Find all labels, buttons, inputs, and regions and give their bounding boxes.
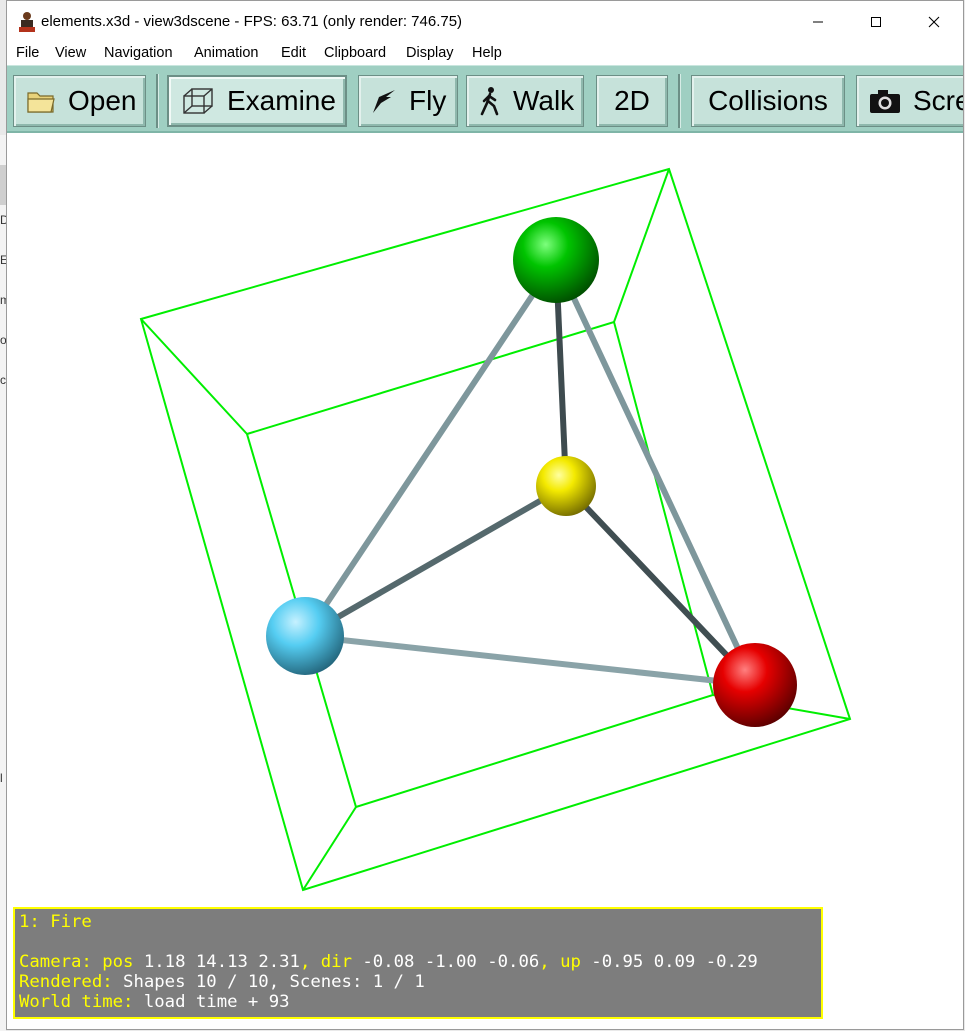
title-bar[interactable]: elements.x3d - view3dscene - FPS: 63.71 … <box>7 1 963 43</box>
red-atom <box>713 643 797 727</box>
camera-label: Camera: <box>19 952 92 972</box>
camera-up: -0.95 0.09 -0.29 <box>591 952 758 972</box>
camera-pos: 1.18 14.13 2.31 <box>143 952 300 972</box>
menu-file[interactable]: File <box>16 45 39 61</box>
collisions-button[interactable]: Collisions <box>691 75 845 127</box>
bg-text-fragment: l <box>0 771 3 785</box>
2d-button-label: 2D <box>614 85 650 116</box>
walk-button-label: Walk <box>513 85 575 116</box>
menu-display[interactable]: Display <box>406 45 454 61</box>
hud-line-viewpoint: 1: Fire <box>19 912 821 932</box>
green-atom <box>513 217 599 303</box>
maximize-button[interactable] <box>847 1 905 43</box>
world-time-value: load time + 93 <box>143 992 290 1012</box>
hud-spacer <box>19 932 821 952</box>
hud-overlay: 1: Fire Camera: pos 1.18 14.13 2.31, dir … <box>13 907 823 1019</box>
menu-help[interactable]: Help <box>472 45 502 61</box>
screenshot-button[interactable]: Scre <box>856 75 963 127</box>
camera-dir: -0.08 -1.00 -0.06 <box>362 952 540 972</box>
cube-icon <box>181 86 215 116</box>
toolbar: Open Examine Fly Walk 2D Collisions Scr <box>7 65 963 133</box>
menu-clipboard[interactable]: Clipboard <box>324 45 386 61</box>
close-icon <box>928 16 940 28</box>
viewpoint-name: 1: Fire <box>19 912 92 932</box>
minimize-button[interactable] <box>789 1 847 43</box>
menu-navigation[interactable]: Navigation <box>104 45 173 61</box>
bond <box>302 483 569 639</box>
examine-button-label: Examine <box>227 85 336 116</box>
toolbar-separator <box>678 74 681 128</box>
hud-line-world-time: World time: load time + 93 <box>19 992 821 1012</box>
camera-icon <box>869 88 901 114</box>
open-button-label: Open <box>68 85 137 116</box>
fly-button-label: Fly <box>409 85 447 116</box>
collisions-button-label: Collisions <box>708 85 828 116</box>
app-window: elements.x3d - view3dscene - FPS: 63.71 … <box>6 0 964 1030</box>
pos-label: pos <box>102 952 134 972</box>
yellow-atom <box>536 456 596 516</box>
close-button[interactable] <box>905 1 963 43</box>
hud-line-camera: Camera: pos 1.18 14.13 2.31, dir -0.08 -… <box>19 952 758 972</box>
dir-label: dir <box>320 952 352 972</box>
bonds <box>302 257 758 688</box>
world-time-label: World time: <box>19 992 134 1012</box>
hud-line-rendered: Rendered: Shapes 10 / 10, Scenes: 1 / 1 <box>19 972 821 992</box>
toolbar-separator <box>156 74 159 128</box>
3d-viewport[interactable]: 1: Fire Camera: pos 1.18 14.13 2.31, dir … <box>7 133 964 1030</box>
menu-animation[interactable]: Animation <box>194 45 258 61</box>
menu-view[interactable]: View <box>55 45 86 61</box>
minimize-icon <box>813 21 823 23</box>
walk-button[interactable]: Walk <box>466 75 584 127</box>
atoms <box>266 217 797 727</box>
examine-button[interactable]: Examine <box>167 75 347 127</box>
menu-bar: File View Navigation Animation Edit Clip… <box>7 43 963 65</box>
fly-button[interactable]: Fly <box>358 75 458 127</box>
bond <box>302 633 758 688</box>
up-label: up <box>560 952 581 972</box>
maximize-icon <box>871 17 881 27</box>
walk-icon <box>479 86 501 116</box>
fly-icon <box>371 87 397 115</box>
open-button[interactable]: Open <box>13 75 146 127</box>
bond <box>302 257 559 639</box>
app-icon <box>19 12 35 32</box>
rendered-label: Rendered: <box>19 972 113 992</box>
cyan-atom <box>266 597 344 675</box>
screenshot-button-label: Scre <box>913 85 963 116</box>
2d-button[interactable]: 2D <box>596 75 668 127</box>
menu-edit[interactable]: Edit <box>281 45 306 61</box>
scene-canvas[interactable] <box>7 133 964 1030</box>
rendered-value: Shapes 10 / 10, Scenes: 1 / 1 <box>123 972 425 992</box>
window-title: elements.x3d - view3dscene - FPS: 63.71 … <box>41 13 463 30</box>
folder-icon <box>26 87 56 115</box>
